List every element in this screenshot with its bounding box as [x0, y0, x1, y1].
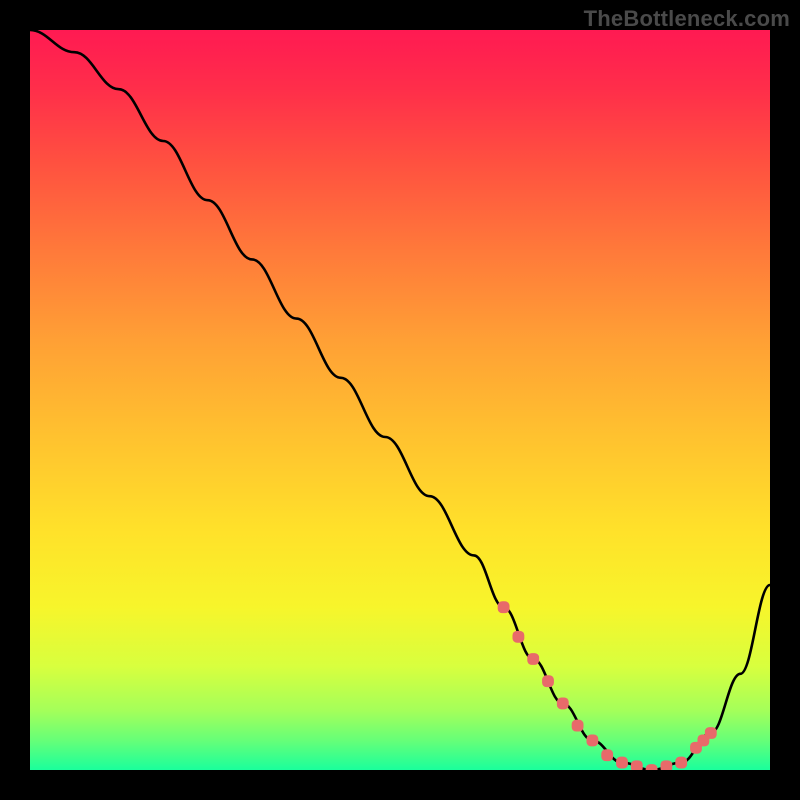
optimal-zone-markers [30, 30, 770, 770]
optimal-marker [631, 760, 643, 770]
optimal-marker [586, 734, 598, 746]
watermark-text: TheBottleneck.com [584, 6, 790, 32]
marker-group [498, 601, 717, 770]
optimal-marker [675, 757, 687, 769]
optimal-marker [705, 727, 717, 739]
optimal-marker [557, 697, 569, 709]
plot-area [30, 30, 770, 770]
optimal-marker [527, 653, 539, 665]
optimal-marker [512, 631, 524, 643]
optimal-marker [601, 749, 613, 761]
optimal-marker [498, 601, 510, 613]
optimal-marker [542, 675, 554, 687]
optimal-marker [660, 760, 672, 770]
optimal-marker [572, 720, 584, 732]
chart-frame: TheBottleneck.com [0, 0, 800, 800]
optimal-marker [616, 757, 628, 769]
optimal-marker [646, 764, 658, 770]
